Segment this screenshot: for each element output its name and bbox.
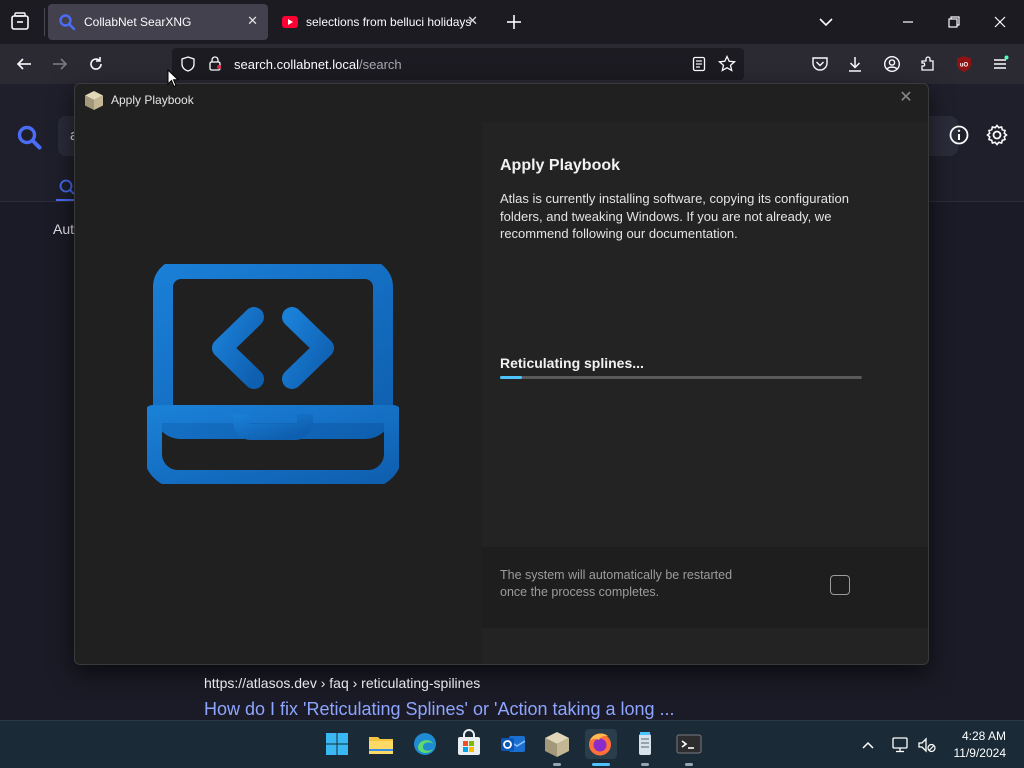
atlas-running-indicator xyxy=(553,763,561,766)
progress-status-text: Reticulating splines... xyxy=(500,355,644,371)
account-button[interactable] xyxy=(878,50,906,78)
minimize-icon xyxy=(903,21,913,23)
tab-strip: CollabNet SearXNG ✕ selections from bell… xyxy=(0,0,1024,44)
windows-taskbar: 4:28 AM 11/9/2024 xyxy=(0,720,1024,768)
tab-title: CollabNet SearXNG xyxy=(84,15,192,29)
bookmark-star-icon[interactable] xyxy=(718,55,736,73)
close-icon xyxy=(994,16,1006,28)
result-title-link[interactable]: How do I fix 'Reticulating Splines' or '… xyxy=(204,699,675,720)
firefox-active-indicator xyxy=(592,763,610,766)
back-button[interactable] xyxy=(10,50,38,78)
progress-bar xyxy=(500,376,862,379)
terminal-icon xyxy=(676,734,702,754)
url-path: /search xyxy=(359,57,402,72)
lock-icon[interactable] xyxy=(208,55,222,71)
navigation-toolbar: search.collabnet.local/search uO xyxy=(0,44,1024,84)
app-menu-button[interactable] xyxy=(986,50,1014,78)
notepad-running-indicator xyxy=(641,763,649,766)
list-all-tabs-button[interactable] xyxy=(814,10,838,34)
settings-gear-icon[interactable] xyxy=(985,123,1009,147)
account-icon xyxy=(883,55,901,73)
taskbar-edge[interactable] xyxy=(410,729,440,759)
tab-title: selections from belluci holidays xyxy=(306,15,471,29)
progress-bar-fill xyxy=(500,376,522,379)
restart-notice: The system will automatically be restart… xyxy=(500,568,733,599)
new-tab-button[interactable] xyxy=(502,10,526,34)
clock-time[interactable]: 4:28 AM xyxy=(946,729,1006,743)
tab-divider xyxy=(44,8,45,36)
start-button[interactable] xyxy=(322,729,352,759)
url-host: search.collabnet.local xyxy=(234,57,360,72)
chevron-up-icon[interactable] xyxy=(860,738,876,752)
chevron-down-icon xyxy=(819,18,833,27)
taskbar-store[interactable] xyxy=(454,729,484,759)
start-icon xyxy=(326,733,348,755)
puzzle-icon xyxy=(921,56,934,71)
dialog-heading: Apply Playbook xyxy=(500,157,621,174)
network-icon[interactable] xyxy=(891,736,911,754)
file-explorer-icon xyxy=(369,737,393,754)
taskbar-firefox[interactable] xyxy=(585,729,617,759)
atlas-package-icon xyxy=(545,732,569,757)
tab-youtube[interactable]: selections from belluci holidays ✕ xyxy=(272,4,488,40)
taskbar-notepad[interactable] xyxy=(630,729,660,759)
tab-searxng[interactable]: CollabNet SearXNG ✕ xyxy=(48,4,268,40)
minimize-button[interactable] xyxy=(896,10,920,34)
pocket-icon xyxy=(812,57,828,71)
ublock-button[interactable]: uO xyxy=(950,50,978,78)
info-icon[interactable] xyxy=(948,124,970,146)
youtube-icon xyxy=(282,16,298,28)
ublock-origin-icon: uO xyxy=(957,56,971,72)
laptop-code-icon xyxy=(147,264,399,484)
arrow-right-icon xyxy=(53,58,68,70)
dialog-close-button[interactable]: ✕ xyxy=(892,86,920,112)
restart-checkbox[interactable] xyxy=(830,575,850,595)
searxng-search-icon xyxy=(59,14,76,31)
store-icon xyxy=(458,729,480,755)
extensions-button[interactable] xyxy=(914,50,942,78)
reload-icon xyxy=(90,57,102,70)
hamburger-menu-icon xyxy=(994,55,1009,69)
pocket-button[interactable] xyxy=(806,50,834,78)
downloads-button[interactable] xyxy=(841,50,869,78)
taskbar-outlook[interactable] xyxy=(498,729,528,759)
clock-date[interactable]: 11/9/2024 xyxy=(946,746,1007,760)
taskbar-terminal[interactable] xyxy=(674,729,704,759)
shield-icon[interactable] xyxy=(180,56,196,72)
reload-button[interactable] xyxy=(82,50,110,78)
result-url[interactable]: https://atlasos.dev › faq › reticulating… xyxy=(204,675,480,691)
dialog-content-panel: Apply Playbook Atlas is currently instal… xyxy=(482,122,928,664)
mouse-cursor-icon xyxy=(167,69,179,88)
autocomplete-filter-label[interactable]: Aut xyxy=(53,221,74,237)
plus-icon xyxy=(507,15,521,29)
address-bar[interactable]: search.collabnet.local/search xyxy=(172,48,744,80)
tab-overview-button[interactable] xyxy=(8,10,32,34)
firefox-icon xyxy=(589,733,611,756)
apply-playbook-dialog: Apply Playbook ✕ Apply Playbook Atlas is… xyxy=(74,83,929,665)
dialog-description: Atlas is currently installing software, … xyxy=(500,191,849,241)
atlas-package-icon xyxy=(85,91,103,110)
reader-view-icon[interactable] xyxy=(691,56,707,72)
restore-button[interactable] xyxy=(942,10,966,34)
close-window-button[interactable] xyxy=(988,10,1012,34)
notepad-icon xyxy=(639,732,651,755)
outlook-icon xyxy=(501,736,526,752)
tab-close-icon[interactable]: ✕ xyxy=(247,13,258,29)
download-icon xyxy=(849,57,861,72)
tab-overview-icon xyxy=(11,12,29,30)
searxng-logo-icon[interactable] xyxy=(16,124,42,150)
taskbar-file-explorer[interactable] xyxy=(366,729,396,759)
taskbar-atlas[interactable] xyxy=(542,729,572,759)
terminal-running-indicator xyxy=(685,763,693,766)
forward-button[interactable] xyxy=(46,50,74,78)
url-text[interactable]: search.collabnet.local/search xyxy=(234,57,402,72)
dialog-footer: The system will automatically be restart… xyxy=(482,547,928,628)
restore-icon xyxy=(948,16,960,28)
svg-text:uO: uO xyxy=(960,63,969,69)
tab-close-icon[interactable]: ✕ xyxy=(467,13,478,29)
dialog-window-title: Apply Playbook xyxy=(111,93,194,107)
arrow-left-icon xyxy=(16,58,31,70)
volume-muted-icon[interactable] xyxy=(917,736,937,754)
edge-icon xyxy=(414,733,436,755)
